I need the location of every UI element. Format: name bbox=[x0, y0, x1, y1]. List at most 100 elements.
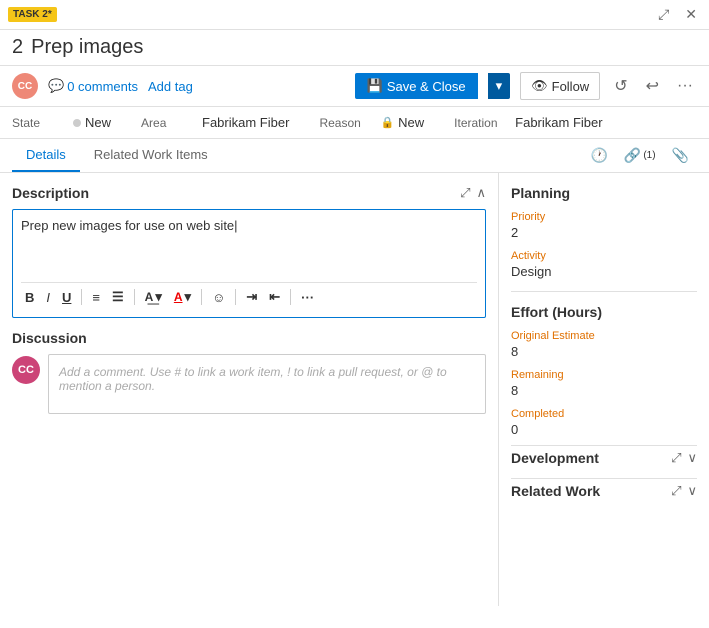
save-dropdown-button[interactable]: ▾ bbox=[488, 73, 511, 99]
add-tag-link[interactable]: Add tag bbox=[148, 79, 193, 94]
state-item: State New bbox=[12, 115, 111, 130]
discussion-avatar: CC bbox=[12, 356, 40, 384]
completed-value: 0 bbox=[511, 422, 697, 437]
task-badge: TASK 2* bbox=[8, 7, 57, 22]
comment-icon: 💬 bbox=[48, 78, 64, 94]
list-button[interactable]: ☰ bbox=[108, 287, 128, 307]
main-content: Description ⤢ ∧ Prep new images for use … bbox=[0, 173, 709, 606]
indent-button[interactable]: ⇥ bbox=[242, 287, 261, 307]
links-badge: (1) bbox=[643, 150, 655, 161]
meta-row: State New Area Fabrikam Fiber Reason 🔒 N… bbox=[0, 107, 709, 139]
save-label: Save & Close bbox=[387, 79, 466, 94]
italic-button[interactable]: I bbox=[42, 288, 54, 307]
title-bar-right: ⤢ ✕ bbox=[654, 4, 701, 25]
development-icons: ⤢ ∨ bbox=[671, 450, 697, 466]
divider-4 bbox=[235, 289, 236, 305]
links-tab-button[interactable]: 🔗 (1) bbox=[616, 141, 664, 170]
task-number: 2 bbox=[12, 36, 23, 59]
emoji-button[interactable]: ☺ bbox=[208, 288, 229, 307]
description-icons: ⤢ ∧ bbox=[460, 185, 486, 201]
title-bar: TASK 2* ⤢ ✕ bbox=[0, 0, 709, 30]
close-icon[interactable]: ✕ bbox=[681, 4, 701, 25]
comments-label: 0 comments bbox=[67, 79, 138, 94]
description-header: Description ⤢ ∧ bbox=[12, 185, 486, 201]
title-bar-left: TASK 2* bbox=[8, 7, 57, 22]
state-label: State bbox=[12, 116, 67, 130]
left-panel: Description ⤢ ∧ Prep new images for use … bbox=[0, 173, 499, 606]
development-title: Development bbox=[511, 450, 599, 466]
eye-icon: 👁 bbox=[531, 78, 548, 94]
history-tab-button[interactable]: 🕐 bbox=[582, 141, 615, 170]
discussion-section: Discussion CC Add a comment. Use # to li… bbox=[12, 330, 486, 414]
planning-title: Planning bbox=[511, 185, 697, 201]
discussion-input-area: CC Add a comment. Use # to link a work i… bbox=[12, 354, 486, 414]
description-title: Description bbox=[12, 185, 89, 201]
more-formatting-button[interactable]: ··· bbox=[297, 288, 318, 307]
activity-value: Design bbox=[511, 264, 697, 279]
editor-toolbar: B I U ≡ ☰ A͟▾ A▾ ☺ ⇥ ⇤ ··· bbox=[21, 282, 477, 309]
tab-related-work-items[interactable]: Related Work Items bbox=[80, 139, 222, 172]
tab-details[interactable]: Details bbox=[12, 139, 80, 172]
font-color-icon: A bbox=[174, 290, 183, 304]
divider-3 bbox=[201, 289, 202, 305]
discussion-title: Discussion bbox=[12, 330, 87, 346]
effort-title: Effort (Hours) bbox=[511, 304, 697, 320]
comments-link[interactable]: 💬 0 comments bbox=[48, 78, 138, 94]
related-work-title: Related Work bbox=[511, 483, 600, 499]
align-left-button[interactable]: ≡ bbox=[88, 288, 104, 307]
divider-5 bbox=[290, 289, 291, 305]
description-editor[interactable]: Prep new images for use on web site| B I… bbox=[12, 209, 486, 318]
font-color-button[interactable]: A▾ bbox=[170, 287, 195, 307]
reason-value: 🔒 New bbox=[380, 115, 424, 130]
reason-label: Reason bbox=[319, 116, 374, 130]
original-estimate-label: Original Estimate bbox=[511, 330, 697, 342]
underline-button[interactable]: U bbox=[58, 288, 75, 307]
link-icon: 🔗 bbox=[624, 147, 641, 164]
related-work-icons: ⤢ ∨ bbox=[671, 483, 697, 499]
iteration-item: Iteration Fabrikam Fiber bbox=[454, 115, 602, 130]
completed-label: Completed bbox=[511, 408, 697, 420]
remaining-value: 8 bbox=[511, 383, 697, 398]
priority-label: Priority bbox=[511, 211, 697, 223]
iteration-value: Fabrikam Fiber bbox=[515, 115, 602, 130]
original-estimate-value: 8 bbox=[511, 344, 697, 359]
expand-icon[interactable]: ⤢ bbox=[654, 4, 673, 25]
divider-2 bbox=[134, 289, 135, 305]
more-button[interactable]: ··· bbox=[673, 75, 697, 97]
undo-button[interactable]: ↩ bbox=[642, 74, 663, 98]
description-text[interactable]: Prep new images for use on web site| bbox=[21, 218, 477, 278]
lock-icon: 🔒 bbox=[380, 116, 394, 129]
text-style-button[interactable]: A͟▾ bbox=[141, 287, 166, 307]
priority-value: 2 bbox=[511, 225, 697, 240]
area-value: Fabrikam Fiber bbox=[202, 115, 289, 130]
related-work-collapsible[interactable]: Related Work ⤢ ∨ bbox=[511, 478, 697, 503]
task-title: Prep images bbox=[31, 36, 143, 59]
save-close-button[interactable]: 💾 Save & Close bbox=[355, 73, 478, 99]
toolbar: CC 💬 0 comments Add tag 💾 Save & Close ▾… bbox=[0, 66, 709, 107]
state-dot bbox=[73, 119, 81, 127]
right-divider-1 bbox=[511, 291, 697, 292]
planning-section: Planning Priority 2 Activity Design bbox=[511, 185, 697, 279]
follow-button[interactable]: 👁 Follow bbox=[520, 72, 600, 100]
remaining-label: Remaining bbox=[511, 369, 697, 381]
text-highlight-icon: A͟ bbox=[145, 290, 154, 304]
description-expand-button[interactable]: ⤢ bbox=[460, 185, 470, 201]
title-row: 2 Prep images bbox=[0, 30, 709, 66]
save-icon: 💾 bbox=[367, 78, 383, 94]
follow-label: Follow bbox=[552, 79, 590, 94]
development-chevron: ∨ bbox=[687, 450, 697, 466]
reason-item: Reason 🔒 New bbox=[319, 115, 424, 130]
avatar: CC bbox=[12, 73, 38, 99]
right-panel: Planning Priority 2 Activity Design Effo… bbox=[499, 173, 709, 606]
discussion-input[interactable]: Add a comment. Use # to link a work item… bbox=[48, 354, 486, 414]
development-collapsible[interactable]: Development ⤢ ∨ bbox=[511, 445, 697, 470]
effort-section: Effort (Hours) Original Estimate 8 Remai… bbox=[511, 304, 697, 437]
tabs-bar: Details Related Work Items 🕐 🔗 (1) 📎 bbox=[0, 139, 709, 173]
outdent-button[interactable]: ⇤ bbox=[265, 287, 284, 307]
description-collapse-button[interactable]: ∧ bbox=[476, 185, 486, 201]
refresh-button[interactable]: ↺ bbox=[610, 74, 631, 98]
bold-button[interactable]: B bbox=[21, 288, 38, 307]
attachments-tab-button[interactable]: 📎 bbox=[664, 141, 697, 170]
area-item: Area Fabrikam Fiber bbox=[141, 115, 289, 130]
area-label: Area bbox=[141, 116, 196, 130]
